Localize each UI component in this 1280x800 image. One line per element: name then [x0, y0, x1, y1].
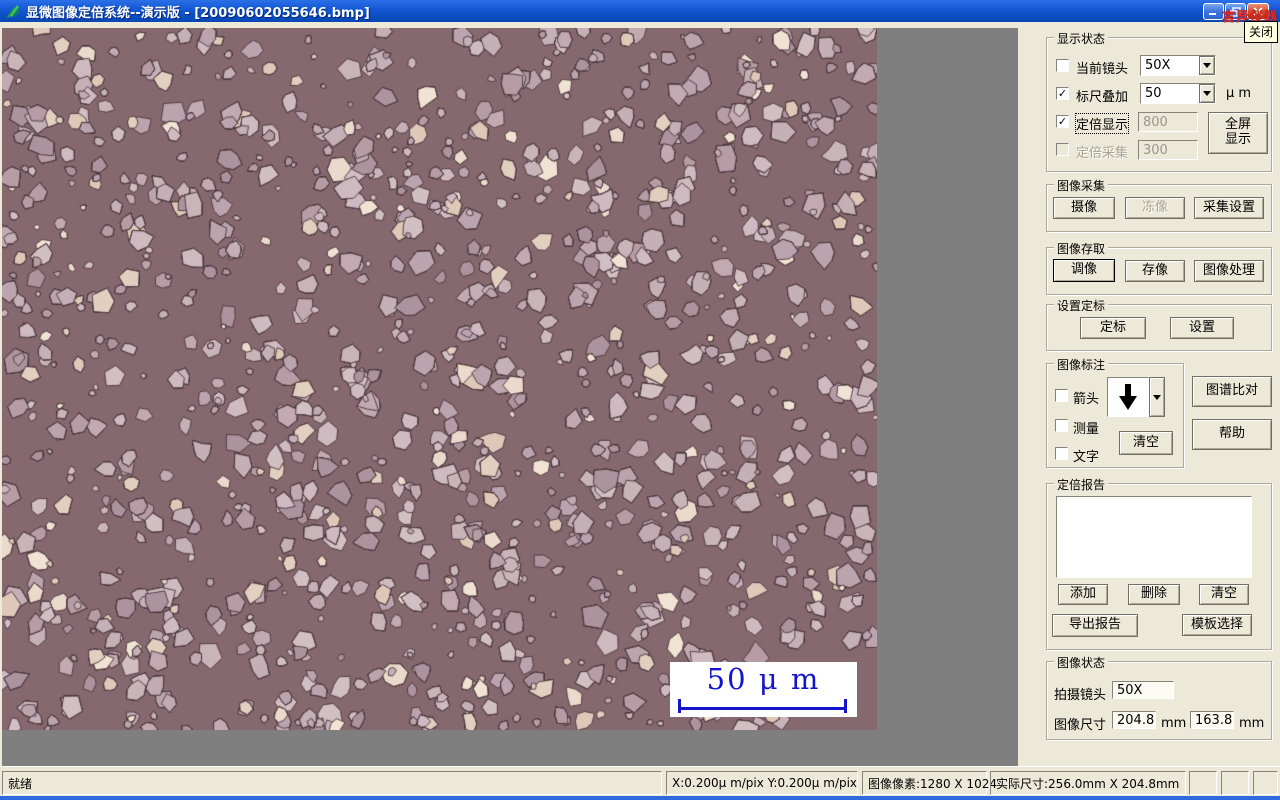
shoot-lens-label: 拍摄镜头 — [1054, 688, 1107, 703]
image-height-value: 163.8 — [1190, 711, 1234, 729]
ruler-overlay-label: 标尺叠加 — [1076, 90, 1129, 105]
statusbar-empty-cell — [1221, 771, 1249, 795]
arrow-annotation-checkbox[interactable] — [1055, 389, 1068, 402]
image-width-value: 204.8 — [1112, 711, 1156, 729]
report-add-button[interactable]: 添加 — [1058, 584, 1108, 605]
scale-bar-tick-left — [678, 699, 681, 713]
statusbar-ready-cell: 就绪 — [2, 771, 662, 795]
current-lens-value: 50X — [1145, 58, 1171, 73]
group-image-status-legend: 图像状态 — [1054, 654, 1109, 671]
group-storage-legend: 图像存取 — [1054, 240, 1109, 257]
group-capture-legend: 图像采集 — [1054, 177, 1109, 194]
image-process-button[interactable]: 图像处理 — [1194, 260, 1264, 282]
fullscreen-button-line2: 显示 — [1224, 132, 1251, 147]
load-image-button[interactable]: 调像 — [1053, 259, 1115, 282]
current-lens-dropdown-button[interactable] — [1199, 56, 1215, 75]
help-button[interactable]: 帮助 — [1192, 419, 1272, 450]
report-listbox[interactable] — [1056, 496, 1252, 578]
title-bar: 显微图像定倍系统--演示版 - [20090602055646.bmp] — [0, 0, 1280, 22]
fullscreen-button-line1: 全屏 — [1224, 117, 1251, 133]
statusbar-actual-size-cell: 实际尺寸:256.0mm X 204.8mm — [990, 771, 1186, 795]
minimize-icon — [1209, 13, 1216, 15]
scale-bar-overlay: 50 μ m — [670, 662, 857, 717]
ruler-unit-label: μ m — [1226, 86, 1252, 101]
current-lens-dropdown[interactable]: 50X — [1140, 55, 1216, 76]
capture-settings-button[interactable]: 采集设置 — [1194, 197, 1264, 219]
fullscreen-button[interactable]: 全屏 显示 — [1208, 112, 1268, 154]
calibrate-button[interactable]: 定标 — [1080, 317, 1146, 339]
report-clear-button[interactable]: 清空 — [1199, 584, 1249, 605]
group-report-legend: 定倍报告 — [1054, 476, 1109, 493]
statusbar-empty-cell — [1253, 771, 1278, 795]
fixed-capture-label: 定倍采集 — [1076, 146, 1129, 161]
export-report-button[interactable]: 导出报告 — [1052, 614, 1138, 637]
fixed-display-input: 800 — [1138, 112, 1198, 132]
save-image-button[interactable]: 存像 — [1125, 260, 1185, 282]
image-width-unit: mm — [1161, 716, 1187, 731]
scale-bar-tick-right — [844, 699, 847, 713]
window-bottom-edge — [0, 796, 1280, 800]
minimize-button[interactable] — [1203, 3, 1224, 20]
group-display-status-legend: 显示状态 — [1054, 30, 1109, 47]
status-bar: 就绪 X:0.200μ m/pix Y:0.200μ m/pix 图像像素:12… — [0, 766, 1280, 796]
measure-annotation-checkbox[interactable] — [1055, 419, 1068, 432]
text-annotation-label: 文字 — [1073, 450, 1100, 465]
current-lens-label: 当前镜头 — [1076, 62, 1129, 77]
fixed-display-label: 定倍显示 — [1074, 113, 1130, 134]
chevron-down-icon — [1153, 394, 1161, 400]
image-height-unit: mm — [1239, 716, 1265, 731]
group-calibration-legend: 设置定标 — [1054, 297, 1109, 314]
text-annotation-checkbox[interactable] — [1055, 447, 1068, 460]
statusbar-empty-cell — [1189, 771, 1217, 795]
fixed-display-checkbox[interactable] — [1056, 115, 1069, 128]
chevron-down-icon — [1203, 63, 1211, 68]
arrow-annotation-label: 箭头 — [1073, 392, 1100, 407]
micrograph-image[interactable] — [2, 28, 877, 730]
current-lens-checkbox[interactable] — [1056, 59, 1069, 72]
shoot-button[interactable]: 摄像 — [1053, 197, 1115, 219]
arrow-style-preview — [1107, 377, 1149, 417]
chevron-down-icon — [1203, 91, 1211, 96]
fixed-capture-checkbox — [1056, 143, 1069, 156]
statusbar-pixels-cell: 图像像素:1280 X 1024 — [862, 771, 997, 795]
app-icon — [7, 5, 20, 18]
statusbar-resolution-cell: X:0.200μ m/pix Y:0.200μ m/pix — [666, 771, 858, 795]
calibration-setup-button[interactable]: 设置 — [1170, 317, 1234, 339]
group-annotation-legend: 图像标注 — [1054, 356, 1109, 373]
ruler-size-value: 50 — [1145, 86, 1162, 101]
shoot-lens-value: 50X — [1112, 681, 1174, 699]
close-tooltip: 关闭 — [1244, 21, 1279, 43]
image-size-label: 图像尺寸 — [1054, 718, 1107, 733]
ruler-overlay-checkbox[interactable] — [1056, 87, 1069, 100]
image-viewport: 50 μ m — [2, 28, 1018, 766]
freeze-button: 冻像 — [1125, 197, 1185, 219]
ruler-size-dropdown[interactable]: 50 — [1140, 83, 1216, 104]
down-arrow-icon — [1119, 384, 1137, 410]
report-delete-button[interactable]: 删除 — [1128, 584, 1180, 605]
template-select-button[interactable]: 模板选择 — [1182, 614, 1252, 636]
measure-annotation-label: 测量 — [1073, 422, 1100, 437]
ruler-size-dropdown-button[interactable] — [1199, 84, 1215, 103]
atlas-compare-button[interactable]: 图谱比对 — [1192, 376, 1272, 407]
arrow-style-dropdown-button[interactable] — [1149, 377, 1165, 417]
window-title: 显微图像定倍系统--演示版 - [20090602055646.bmp] — [26, 5, 370, 21]
annotation-clear-button[interactable]: 清空 — [1119, 431, 1173, 455]
fixed-capture-input: 300 — [1138, 140, 1198, 160]
scale-bar-label: 50 μ m — [706, 662, 821, 696]
scale-bar-line — [680, 707, 847, 710]
